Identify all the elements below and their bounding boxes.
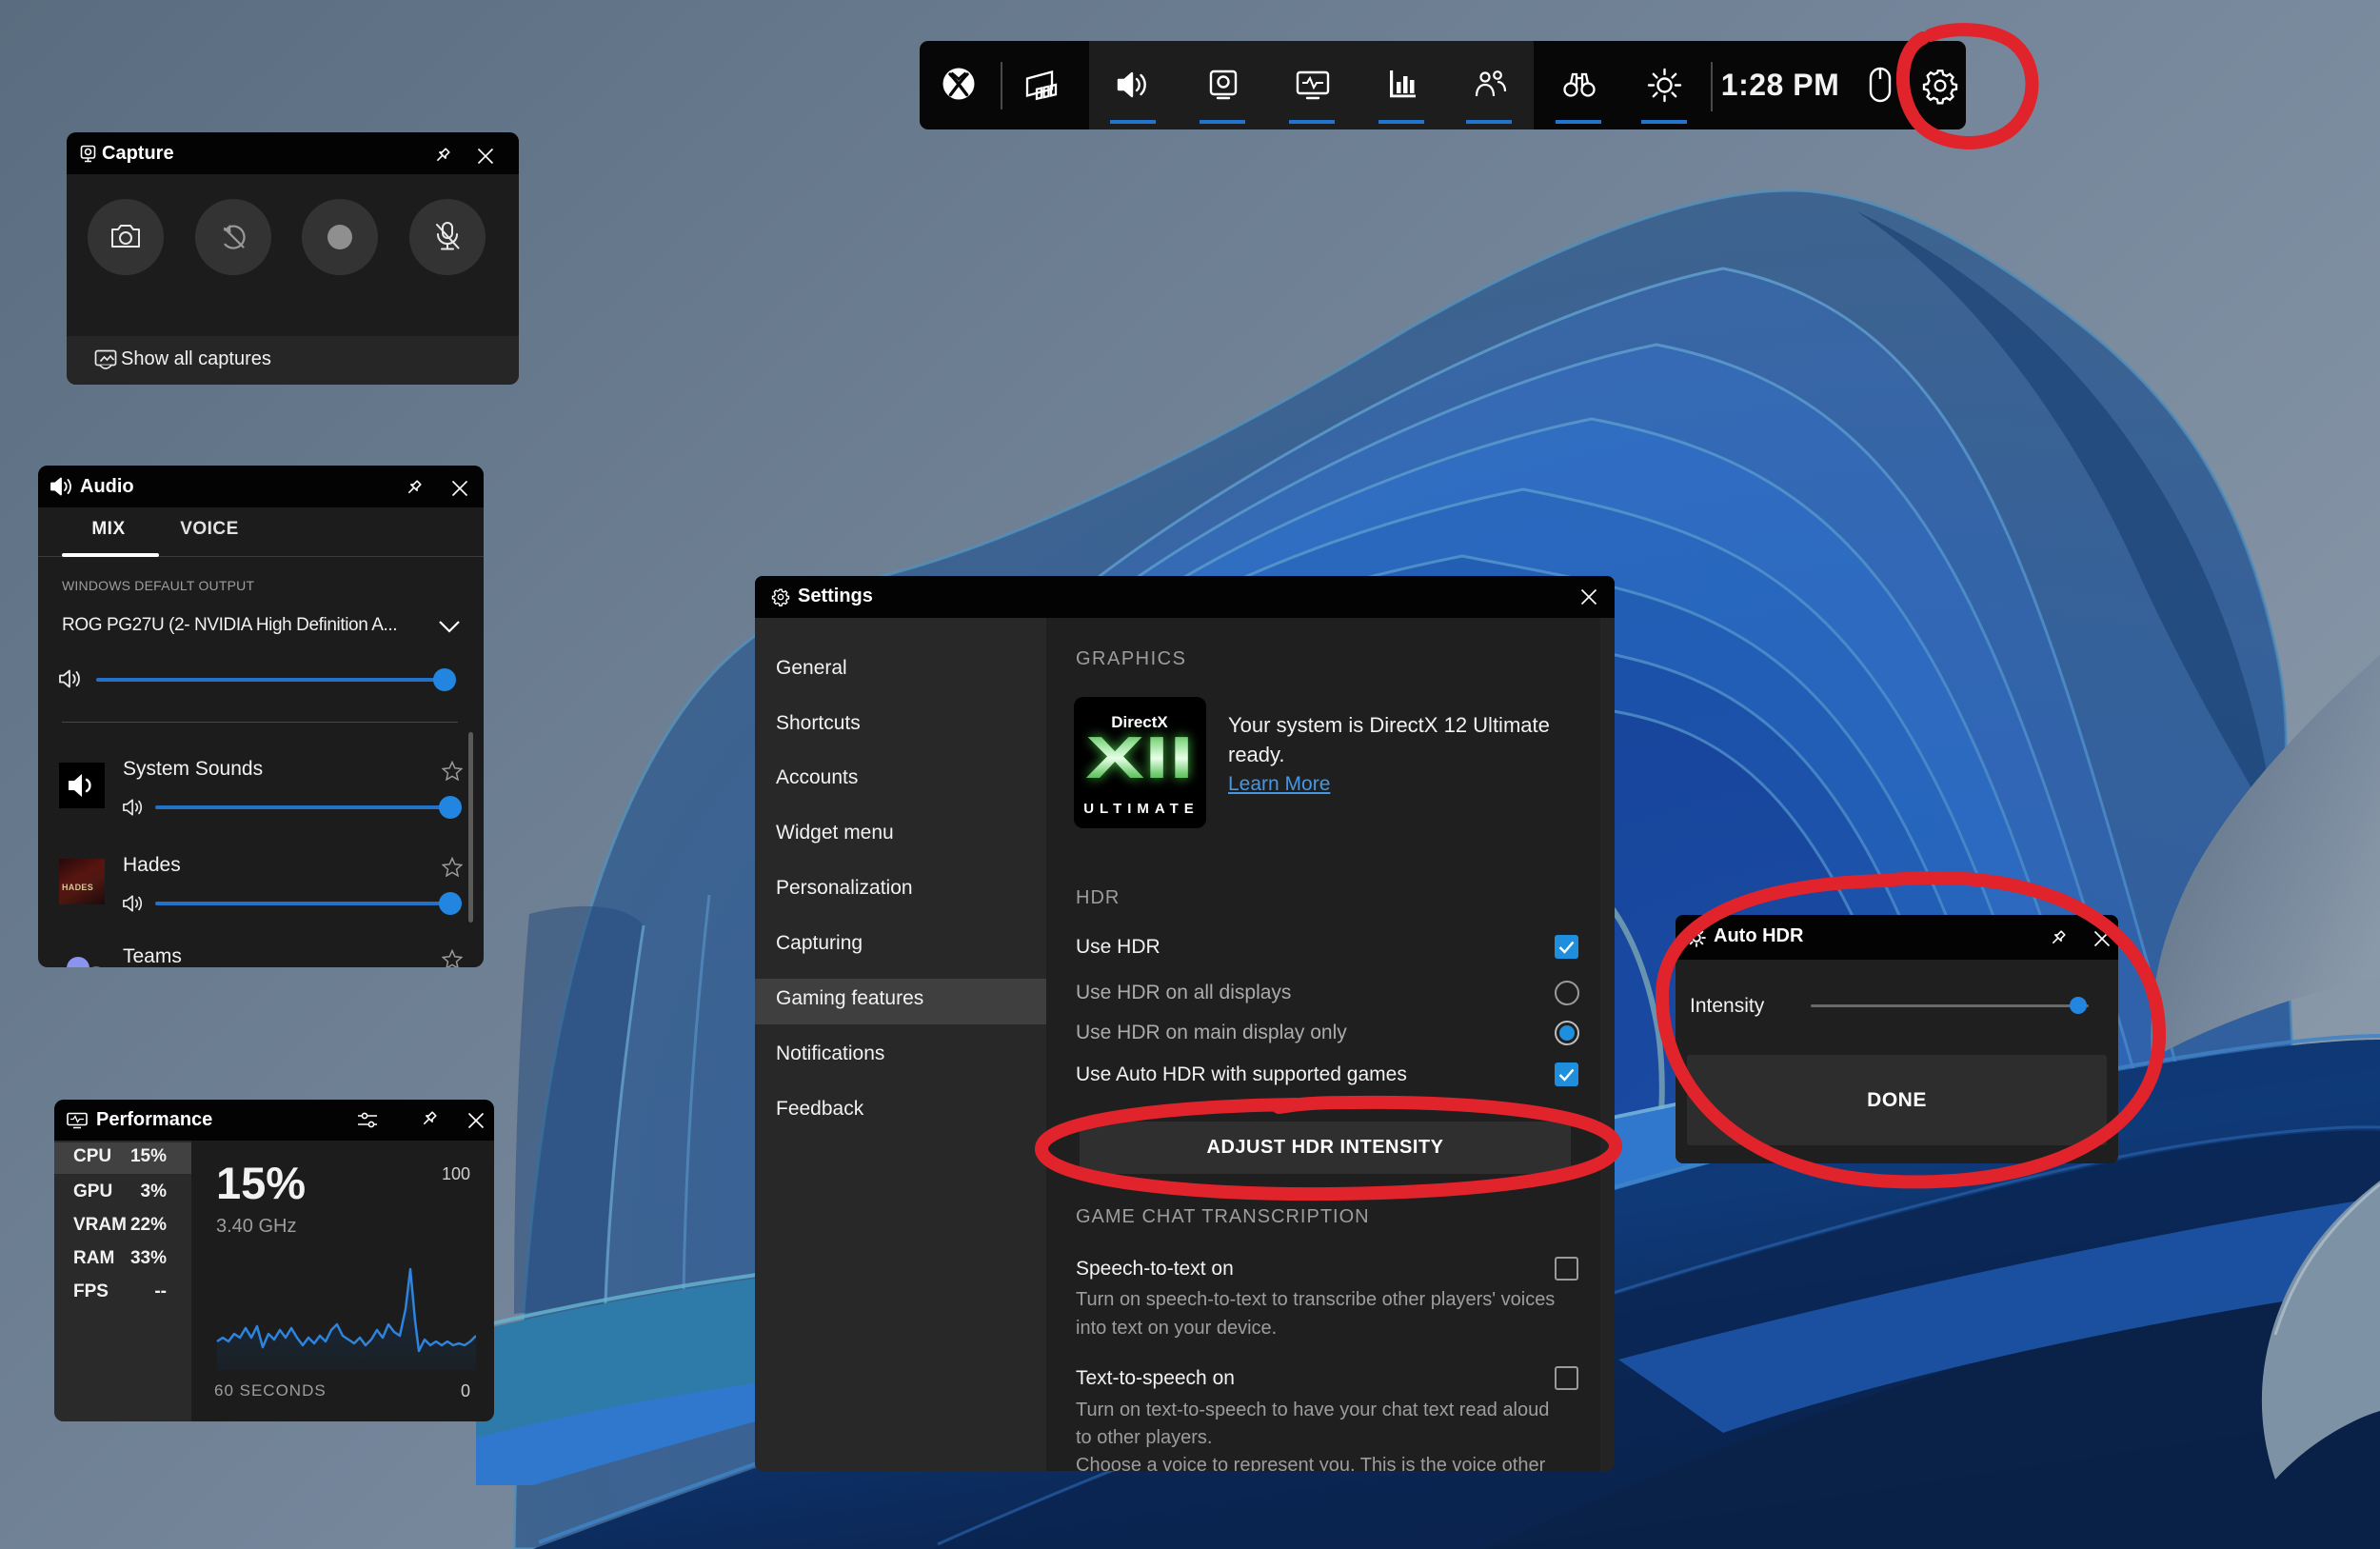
svg-text:XII: XII (1085, 725, 1194, 791)
svg-text:ULTIMATE: ULTIMATE (1083, 801, 1200, 817)
